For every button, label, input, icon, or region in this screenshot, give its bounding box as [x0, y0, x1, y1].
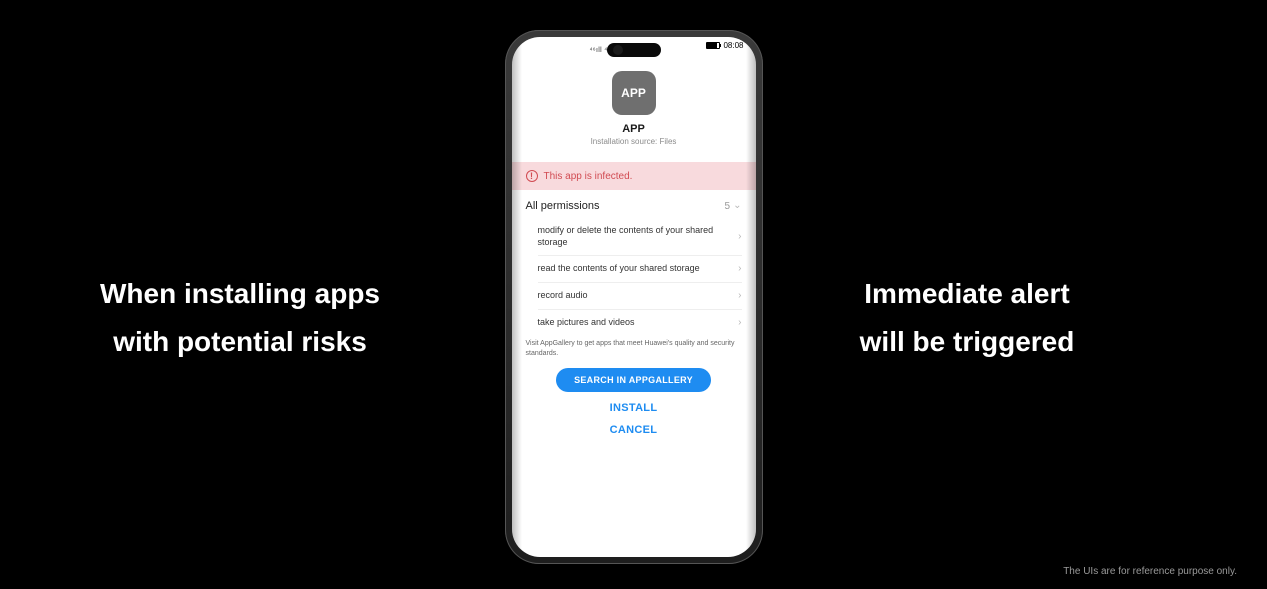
app-source: Installation source: Files: [512, 137, 756, 146]
permission-label: record audio: [538, 290, 598, 302]
status-time: 08:08: [723, 41, 743, 50]
chevron-right-icon: ›: [738, 318, 741, 328]
permission-label: take pictures and videos: [538, 317, 645, 329]
app-header: APP APP Installation source: Files: [512, 63, 756, 156]
chevron-right-icon: ›: [738, 264, 741, 274]
install-button[interactable]: INSTALL: [610, 402, 658, 414]
permission-item[interactable]: modify or delete the contents of your sh…: [538, 218, 742, 256]
app-icon: APP: [612, 71, 656, 115]
chevron-right-icon: ›: [738, 291, 741, 301]
permission-item[interactable]: read the contents of your shared storage…: [538, 256, 742, 283]
permissions-list: modify or delete the contents of your sh…: [512, 218, 756, 335]
cancel-button[interactable]: CANCEL: [610, 424, 658, 436]
phone-screen: ⁴⁶ıll ⁴⁶ıll ᯤ 08:08 APP APP Installation…: [512, 37, 756, 557]
status-bar: 08:08: [704, 41, 743, 50]
caption-left: When installing apps with potential risk…: [60, 270, 420, 365]
warning-icon: !: [526, 170, 538, 182]
warning-banner: ! This app is infected.: [512, 162, 756, 190]
permission-label: read the contents of your shared storage: [538, 263, 710, 275]
permissions-title: All permissions: [526, 200, 600, 212]
battery-icon: [706, 42, 720, 49]
action-buttons: SEARCH IN APPGALLERY INSTALL CANCEL: [512, 362, 756, 446]
permission-item[interactable]: take pictures and videos ›: [538, 310, 742, 336]
chevron-down-icon: ⌄: [733, 201, 741, 211]
permissions-count: 5: [725, 201, 731, 212]
appgallery-note: Visit AppGallery to get apps that meet H…: [512, 335, 756, 361]
disclaimer-text: The UIs are for reference purpose only.: [1063, 566, 1237, 577]
camera-notch: [607, 43, 661, 57]
permissions-header[interactable]: All permissions 5 ⌄: [512, 190, 756, 218]
phone-frame: ⁴⁶ıll ⁴⁶ıll ᯤ 08:08 APP APP Installation…: [505, 30, 763, 564]
caption-right: Immediate alert will be triggered: [797, 270, 1137, 365]
permission-item[interactable]: record audio ›: [538, 283, 742, 310]
chevron-right-icon: ›: [738, 232, 741, 242]
app-name: APP: [512, 123, 756, 135]
search-appgallery-button[interactable]: SEARCH IN APPGALLERY: [556, 368, 711, 392]
permission-label: modify or delete the contents of your sh…: [538, 225, 739, 248]
warning-text: This app is infected.: [544, 171, 633, 182]
